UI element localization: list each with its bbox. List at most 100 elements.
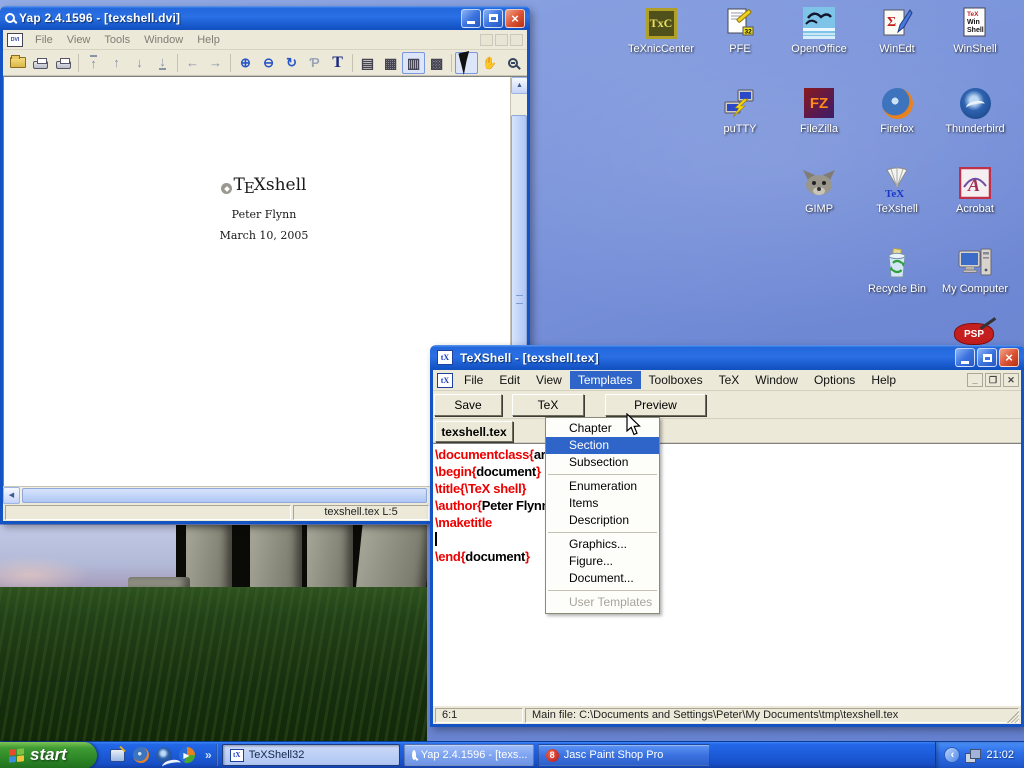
- task-button-texshell32[interactable]: tXTeXShell32: [222, 744, 400, 766]
- menu-item-subsection[interactable]: Subsection: [546, 454, 659, 471]
- view-continuous-button[interactable]: ▥: [402, 52, 425, 74]
- menu-item-description[interactable]: Description: [546, 512, 659, 529]
- my-computer-icon: [957, 247, 993, 279]
- taskbar-divider: [216, 744, 218, 766]
- refresh-button[interactable]: ↻: [280, 52, 303, 74]
- desktop-icon-texniccenter[interactable]: TxCTeXnicCenter: [620, 6, 702, 55]
- resize-grip[interactable]: [1007, 711, 1019, 723]
- texshell-menu-window[interactable]: Window: [747, 371, 806, 389]
- desktop-icon-texshell[interactable]: TeXTeXshell: [856, 166, 938, 215]
- yap-minimize-button[interactable]: [461, 9, 481, 28]
- texshell-maximize-button[interactable]: [977, 348, 997, 367]
- page-last-button[interactable]: ↓: [151, 52, 174, 74]
- menu-item-enumeration[interactable]: Enumeration: [546, 478, 659, 495]
- texshell-menu-templates[interactable]: Templates: [570, 371, 641, 389]
- view-single-button[interactable]: ▤: [356, 52, 379, 74]
- texshell-menu-tex[interactable]: TeX: [711, 371, 748, 389]
- yap-titlebar[interactable]: Yap 2.4.1596 - [texshell.dvi]: [0, 6, 530, 30]
- page-down-button[interactable]: ↓: [128, 52, 151, 74]
- menu-item-graphics[interactable]: Graphics...: [546, 536, 659, 553]
- texshell-close-button[interactable]: [999, 348, 1019, 367]
- page-first-button[interactable]: ↑: [82, 52, 105, 74]
- select-arrow-button[interactable]: [455, 52, 478, 74]
- mdi-restore-button[interactable]: ❐: [985, 373, 1001, 387]
- tray-collapse-chevron[interactable]: ‹: [944, 747, 960, 763]
- desktop-icon-pfe[interactable]: 32PFE: [699, 6, 781, 55]
- menu-item-items[interactable]: Items: [546, 495, 659, 512]
- text-tool-button[interactable]: T: [326, 52, 349, 74]
- view-facing-button[interactable]: ▦: [379, 52, 402, 74]
- tex-button[interactable]: TeX: [512, 394, 584, 416]
- desktop-icon-label: Recycle Bin: [856, 283, 938, 295]
- desktop-icon-firefox[interactable]: Firefox: [856, 86, 938, 135]
- desktop-icon-gimp[interactable]: GIMP: [778, 166, 860, 215]
- yap-menu-view[interactable]: View: [60, 32, 98, 48]
- print-button[interactable]: [29, 52, 52, 74]
- task-button-yap-2-4-1596-texs[interactable]: Yap 2.4.1596 - [texs...: [404, 744, 534, 766]
- desktop-icon-paint-shop-pro[interactable]: PSP: [952, 323, 996, 345]
- quick-launch-firefox[interactable]: [132, 747, 149, 764]
- system-tray: ‹ 21:02: [935, 742, 1024, 768]
- horizontal-scroll-thumb[interactable]: [22, 488, 427, 503]
- page-up-button[interactable]: ↑: [105, 52, 128, 74]
- desktop-icon-winshell[interactable]: TeXWinShellWinShell: [934, 6, 1016, 55]
- menu-item-figure[interactable]: Figure...: [546, 553, 659, 570]
- desktop-icon-thunderbird[interactable]: Thunderbird: [934, 86, 1016, 135]
- yap-menubar: DVI FileViewToolsWindowHelp: [3, 30, 527, 50]
- preview-button[interactable]: Preview: [605, 394, 706, 416]
- desktop-icon-my-computer[interactable]: My Computer: [934, 246, 1016, 295]
- network-status-icon[interactable]: [965, 749, 981, 762]
- start-button[interactable]: start: [0, 742, 97, 768]
- texshell-menu-help[interactable]: Help: [863, 371, 904, 389]
- desktop-icon-filezilla[interactable]: FZFileZilla: [778, 86, 860, 135]
- texshell-editor[interactable]: \documentclass{article}\begin{document}\…: [433, 443, 1021, 706]
- texshell-menu-file[interactable]: File: [456, 371, 491, 389]
- ruler-tool-icon: Ƥ: [309, 56, 319, 69]
- texshell-titlebar[interactable]: tX TeXShell - [texshell.tex]: [430, 345, 1024, 370]
- tex-logo-e: E: [244, 179, 255, 197]
- zoom-in-button[interactable]: ⊕: [234, 52, 257, 74]
- menu-item-section[interactable]: Section: [546, 437, 659, 454]
- desktop-icon-winedt[interactable]: ΣWinEdt: [856, 6, 938, 55]
- texshell-minimize-button[interactable]: [955, 348, 975, 367]
- scroll-left-button[interactable]: ◀: [3, 487, 20, 504]
- text-caret: [435, 532, 437, 546]
- print-preview-button[interactable]: [52, 52, 75, 74]
- yap-menu-file[interactable]: File: [28, 32, 60, 48]
- yap-close-button[interactable]: [505, 9, 525, 28]
- quick-launch-show-desktop[interactable]: [109, 747, 126, 764]
- tab-texshell-tex[interactable]: texshell.tex: [435, 421, 513, 442]
- scroll-up-button[interactable]: ▲: [511, 77, 527, 94]
- open-folder-button[interactable]: [6, 52, 29, 74]
- yap-maximize-button[interactable]: [483, 9, 503, 28]
- texshell-menu-toolboxes[interactable]: Toolboxes: [641, 371, 711, 389]
- quick-launch-thunderbird[interactable]: [155, 747, 172, 764]
- ruler-tool-button[interactable]: Ƥ: [303, 52, 326, 74]
- quick-launch-overflow-chevron[interactable]: »: [203, 748, 214, 762]
- zoom-out-button[interactable]: ⊖: [257, 52, 280, 74]
- mdi-close-button[interactable]: ✕: [1003, 373, 1019, 387]
- desktop-icon-acrobat[interactable]: AAcrobat: [934, 166, 1016, 215]
- zoom-region-button[interactable]: [501, 52, 524, 74]
- task-button-jasc-paint-shop-pro[interactable]: 8Jasc Paint Shop Pro: [538, 744, 710, 766]
- desktop-icon-recycle-bin[interactable]: Recycle Bin: [856, 246, 938, 295]
- desktop-icon-openoffice[interactable]: OpenOffice: [778, 6, 860, 55]
- yap-menu-tools[interactable]: Tools: [97, 32, 137, 48]
- forward-button[interactable]: →: [204, 52, 227, 74]
- texshell-menu-view[interactable]: View: [528, 371, 570, 389]
- texshell-menu-options[interactable]: Options: [806, 371, 863, 389]
- desktop-icon-putty[interactable]: puTTY: [699, 86, 781, 135]
- save-button[interactable]: Save: [434, 394, 502, 416]
- quick-launch-media-player[interactable]: [178, 747, 195, 764]
- mdi-minimize-button[interactable]: _: [967, 373, 983, 387]
- texshell-menu-edit[interactable]: Edit: [491, 371, 528, 389]
- continuous-facing-view-icon: ▩: [430, 56, 443, 70]
- menu-item-document[interactable]: Document...: [546, 570, 659, 587]
- yap-menu-help[interactable]: Help: [190, 32, 227, 48]
- texshell-tabrow: texshell.tex: [433, 419, 1021, 443]
- yap-menu-window[interactable]: Window: [137, 32, 190, 48]
- mouse-cursor: [626, 413, 643, 437]
- back-button[interactable]: ←: [181, 52, 204, 74]
- hand-tool-button[interactable]: ✋: [478, 52, 501, 74]
- view-continuous-facing-button[interactable]: ▩: [425, 52, 448, 74]
